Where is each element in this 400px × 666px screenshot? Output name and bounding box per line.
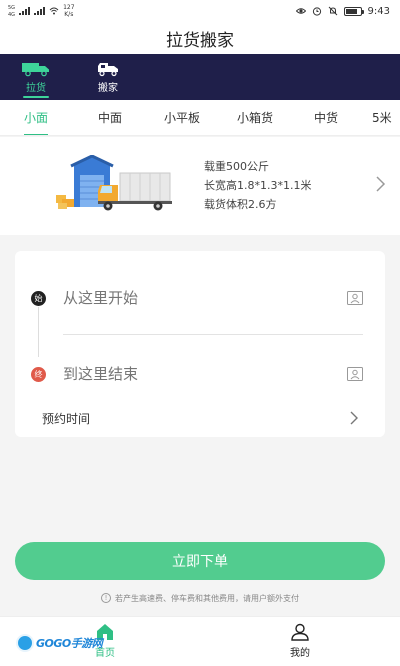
- end-badge: 终: [31, 366, 46, 382]
- route-divider: [63, 334, 363, 335]
- carrier-bottom: 4G: [8, 11, 16, 18]
- carrier-top: 5G: [8, 4, 16, 11]
- chevron-right-icon: [350, 411, 358, 425]
- page-title: 拉货搬家: [0, 22, 400, 54]
- battery-icon: [343, 6, 364, 16]
- chevron-right-icon[interactable]: [374, 175, 386, 193]
- signal-bars-icon: [34, 7, 46, 15]
- contact-book-icon[interactable]: [347, 367, 363, 381]
- route-form: 始 终 预约时间: [15, 251, 385, 437]
- tab-mine-label: 我的: [290, 648, 310, 659]
- end-location-row[interactable]: 终: [15, 354, 385, 394]
- nav-item-moving[interactable]: 搬家: [90, 54, 126, 100]
- tab-vehicle-small-van[interactable]: 小面: [0, 100, 86, 135]
- vehicle-info-card[interactable]: 载重500公斤 长宽高1.8*1.3*1.1米 载货体积2.6方: [0, 137, 400, 235]
- signal-bars-icon: [19, 7, 31, 15]
- user-icon: [291, 623, 309, 641]
- watermark: GOGO手游网: [16, 634, 103, 652]
- end-location-input[interactable]: [63, 365, 323, 383]
- start-location-row[interactable]: 始: [15, 278, 385, 318]
- tab-vehicle-medium-van[interactable]: 中面: [86, 100, 134, 135]
- tab-vehicle-medium-truck[interactable]: 中货: [280, 100, 372, 135]
- nav-item-moving-label: 搬家: [98, 82, 118, 94]
- network-speed: 127 K/s: [63, 4, 74, 18]
- clock: 9:43: [367, 5, 390, 17]
- watermark-text: GOGO手游网: [36, 637, 103, 650]
- vehicle-volume: 载货体积2.6方: [204, 198, 277, 211]
- tab-vehicle-small-box[interactable]: 小箱货: [230, 100, 280, 135]
- reserve-time-label: 预约时间: [42, 411, 91, 426]
- place-order-button[interactable]: 立即下单: [15, 542, 385, 580]
- tab-mine[interactable]: 我的: [275, 623, 325, 663]
- eye-icon: [295, 8, 306, 14]
- mute-bell-icon: [328, 6, 337, 16]
- vehicle-type-tabs: 小面 中面 小平板 小箱货 中货 5米: [0, 100, 400, 136]
- tab-vehicle-5m[interactable]: 5米: [372, 100, 400, 135]
- network-speed-value: 127: [63, 4, 75, 11]
- moving-truck-icon: [98, 62, 118, 76]
- alarm-icon: [312, 7, 321, 16]
- wifi-icon: [49, 7, 59, 15]
- vehicle-specs: 载重500公斤 长宽高1.8*1.3*1.1米 载货体积2.6方: [204, 157, 311, 214]
- nav-item-freight[interactable]: 拉货: [18, 54, 54, 100]
- network-speed-unit: K/s: [64, 11, 74, 18]
- status-bar: 5G 4G 127 K/s 9:43: [0, 0, 400, 22]
- info-icon: !: [101, 593, 111, 603]
- route-connector-line: [38, 307, 39, 357]
- reserve-time-row[interactable]: 预约时间: [15, 401, 385, 435]
- status-bar-left: 5G 4G 127 K/s: [8, 4, 75, 18]
- fee-notice-text: 若产生高速费、停车费和其他费用，请用户额外支付: [115, 593, 299, 603]
- fee-notice: ! 若产生高速费、停车费和其他费用，请用户额外支付: [0, 590, 400, 606]
- status-bar-right: 9:43: [295, 5, 390, 17]
- start-location-input[interactable]: [63, 289, 323, 307]
- nav-item-freight-label: 拉货: [26, 82, 46, 94]
- vehicle-load: 载重500公斤: [204, 160, 269, 173]
- signal-indicator: 5G 4G: [8, 5, 15, 18]
- start-badge: 始: [31, 290, 46, 306]
- truck-icon: [22, 62, 49, 76]
- tab-vehicle-small-flatbed[interactable]: 小平板: [134, 100, 230, 135]
- vehicle-dimensions: 长宽高1.8*1.3*1.1米: [204, 179, 312, 192]
- watermark-logo-icon: [16, 634, 34, 652]
- vehicle-illustration: [56, 155, 172, 211]
- contact-book-icon[interactable]: [347, 291, 363, 305]
- service-nav: 拉货 搬家: [0, 54, 400, 100]
